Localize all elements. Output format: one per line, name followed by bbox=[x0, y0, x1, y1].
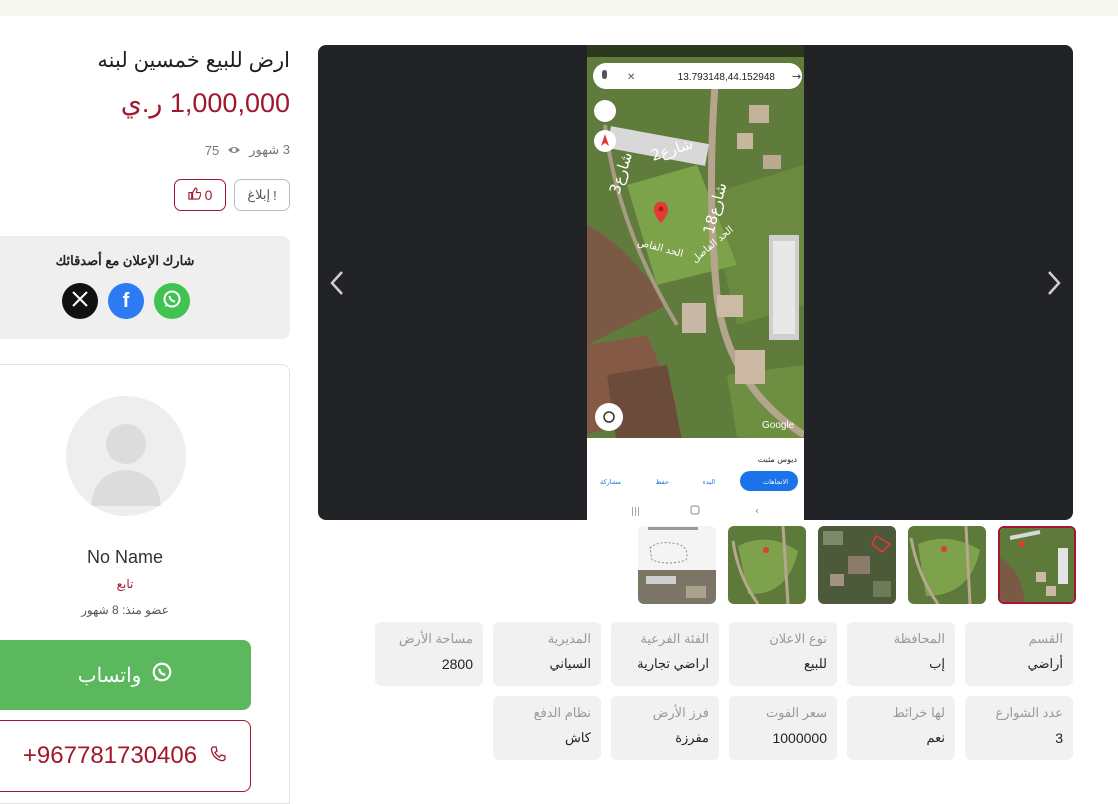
ad-age: 3 شهور bbox=[249, 142, 290, 157]
report-label: إبلاغ bbox=[247, 187, 271, 202]
detail-label: نظام الدفع bbox=[533, 705, 591, 720]
x-share-button[interactable] bbox=[62, 283, 98, 319]
svg-text:|||: ||| bbox=[631, 507, 640, 517]
thumbnail-active[interactable] bbox=[998, 526, 1076, 604]
detail-value: 3 bbox=[1055, 730, 1063, 746]
facebook-share-button[interactable]: f bbox=[108, 283, 144, 319]
share-panel: شارك الإعلان مع أصدقائك f bbox=[0, 236, 290, 339]
detail-value: إب bbox=[929, 656, 945, 671]
detail-cell: نوع الاعلان للبيع bbox=[729, 622, 837, 686]
thumbs-up-icon bbox=[187, 187, 201, 203]
detail-value: نعم bbox=[926, 730, 945, 745]
svg-text:✕: ✕ bbox=[627, 72, 635, 83]
ad-price: 1,000,000 ر.ي bbox=[120, 88, 290, 118]
seller-role: تابع bbox=[116, 577, 134, 591]
thumbnail[interactable] bbox=[638, 526, 716, 604]
detail-label: سعر الفوت bbox=[765, 705, 827, 720]
x-icon bbox=[71, 290, 89, 312]
detail-cell: سعر الفوت 1000000 bbox=[729, 696, 837, 760]
detail-label: مساحة الأرض bbox=[398, 631, 473, 646]
top-bar bbox=[0, 0, 1118, 16]
thumbnail[interactable] bbox=[818, 526, 896, 604]
detail-value: 1000000 bbox=[772, 730, 827, 746]
phone-number: +967781730406 bbox=[22, 742, 198, 769]
detail-label: فرز الأرض bbox=[652, 705, 709, 720]
gallery-main-image[interactable]: 13.793148,44.152948 → ✕ شارع2 شارع3 شارع… bbox=[587, 45, 804, 520]
detail-cell: المديرية السياني bbox=[493, 622, 601, 686]
gallery-thumbnails bbox=[638, 526, 1076, 604]
detail-cell: نظام الدفع كاش bbox=[493, 696, 601, 760]
save-label: حفظ bbox=[656, 478, 669, 486]
seller-name: No Name bbox=[86, 547, 164, 567]
detail-value: 2800 bbox=[441, 656, 473, 672]
detail-label: نوع الاعلان bbox=[769, 631, 827, 646]
detail-value: للبيع bbox=[803, 656, 827, 671]
share-label: مشاركة bbox=[600, 478, 621, 486]
member-since: عضو منذ: 8 شهور bbox=[81, 603, 169, 617]
ad-title: ارض للبيع خمسين لبنه bbox=[97, 49, 290, 72]
like-button[interactable]: 0 bbox=[174, 179, 226, 211]
whatsapp-icon bbox=[151, 661, 173, 689]
detail-value: مفرزة bbox=[675, 730, 709, 745]
google-watermark: Google bbox=[762, 420, 795, 431]
chevron-left-icon bbox=[327, 268, 347, 302]
detail-cell: القسم أراضي bbox=[965, 622, 1073, 686]
svg-text:→: → bbox=[792, 70, 801, 83]
gallery-prev-button[interactable] bbox=[322, 270, 352, 300]
detail-value: كاش bbox=[564, 730, 591, 745]
share-title: شارك الإعلان مع أصدقائك bbox=[55, 253, 195, 268]
ad-views: 75 bbox=[204, 142, 220, 158]
map-search-text: 13.793148,44.152948 bbox=[678, 72, 776, 83]
phone-icon bbox=[209, 742, 227, 770]
facebook-icon: f bbox=[122, 289, 130, 312]
phone-button[interactable]: +967781730406 bbox=[0, 720, 251, 792]
exclamation-icon: ! bbox=[273, 187, 277, 203]
whatsapp-icon bbox=[162, 289, 182, 313]
detail-cell: عدد الشوارع 3 bbox=[965, 696, 1073, 760]
detail-cell: الفئة الفرعية اراضي تجارية bbox=[611, 622, 719, 686]
detail-label: لها خرائط bbox=[892, 705, 945, 720]
detail-label: الفئة الفرعية bbox=[640, 631, 709, 646]
detail-label: عدد الشوارع bbox=[995, 705, 1063, 720]
chevron-right-icon bbox=[1044, 268, 1064, 302]
detail-cell: المحافظة إب bbox=[847, 622, 955, 686]
detail-value: السياني bbox=[549, 656, 591, 671]
thumbnail[interactable] bbox=[908, 526, 986, 604]
start-label: البدء bbox=[703, 478, 715, 486]
gallery-next-button[interactable] bbox=[1039, 270, 1069, 300]
directions-label: الاتجاهات bbox=[763, 478, 788, 486]
ad-actions: ! إبلاغ 0 bbox=[174, 179, 290, 211]
image-gallery: 13.793148,44.152948 → ✕ شارع2 شارع3 شارع… bbox=[318, 45, 1073, 520]
detail-cell: مساحة الأرض 2800 bbox=[375, 622, 483, 686]
eye-icon bbox=[227, 143, 241, 157]
whatsapp-label: واتساب bbox=[77, 664, 142, 687]
detail-label: المحافظة bbox=[893, 631, 945, 646]
share-icons: f bbox=[62, 283, 190, 319]
detail-cell: لها خرائط نعم bbox=[847, 696, 955, 760]
place-name: ديوس مثبت bbox=[758, 455, 798, 464]
whatsapp-button[interactable]: واتساب bbox=[0, 640, 251, 710]
detail-label: القسم bbox=[1028, 631, 1063, 646]
detail-label: المديرية bbox=[547, 631, 591, 646]
like-count: 0 bbox=[204, 187, 213, 203]
whatsapp-share-button[interactable] bbox=[154, 283, 190, 319]
thumbnail[interactable] bbox=[728, 526, 806, 604]
detail-value: أراضي bbox=[1027, 656, 1063, 671]
ad-meta: 3 شهور 75 bbox=[205, 142, 290, 158]
detail-cell: فرز الأرض مفرزة bbox=[611, 696, 719, 760]
detail-value: اراضي تجارية bbox=[637, 656, 709, 671]
avatar bbox=[66, 396, 186, 516]
svg-text:‹: ‹ bbox=[755, 506, 759, 517]
report-button[interactable]: ! إبلاغ bbox=[234, 179, 290, 211]
